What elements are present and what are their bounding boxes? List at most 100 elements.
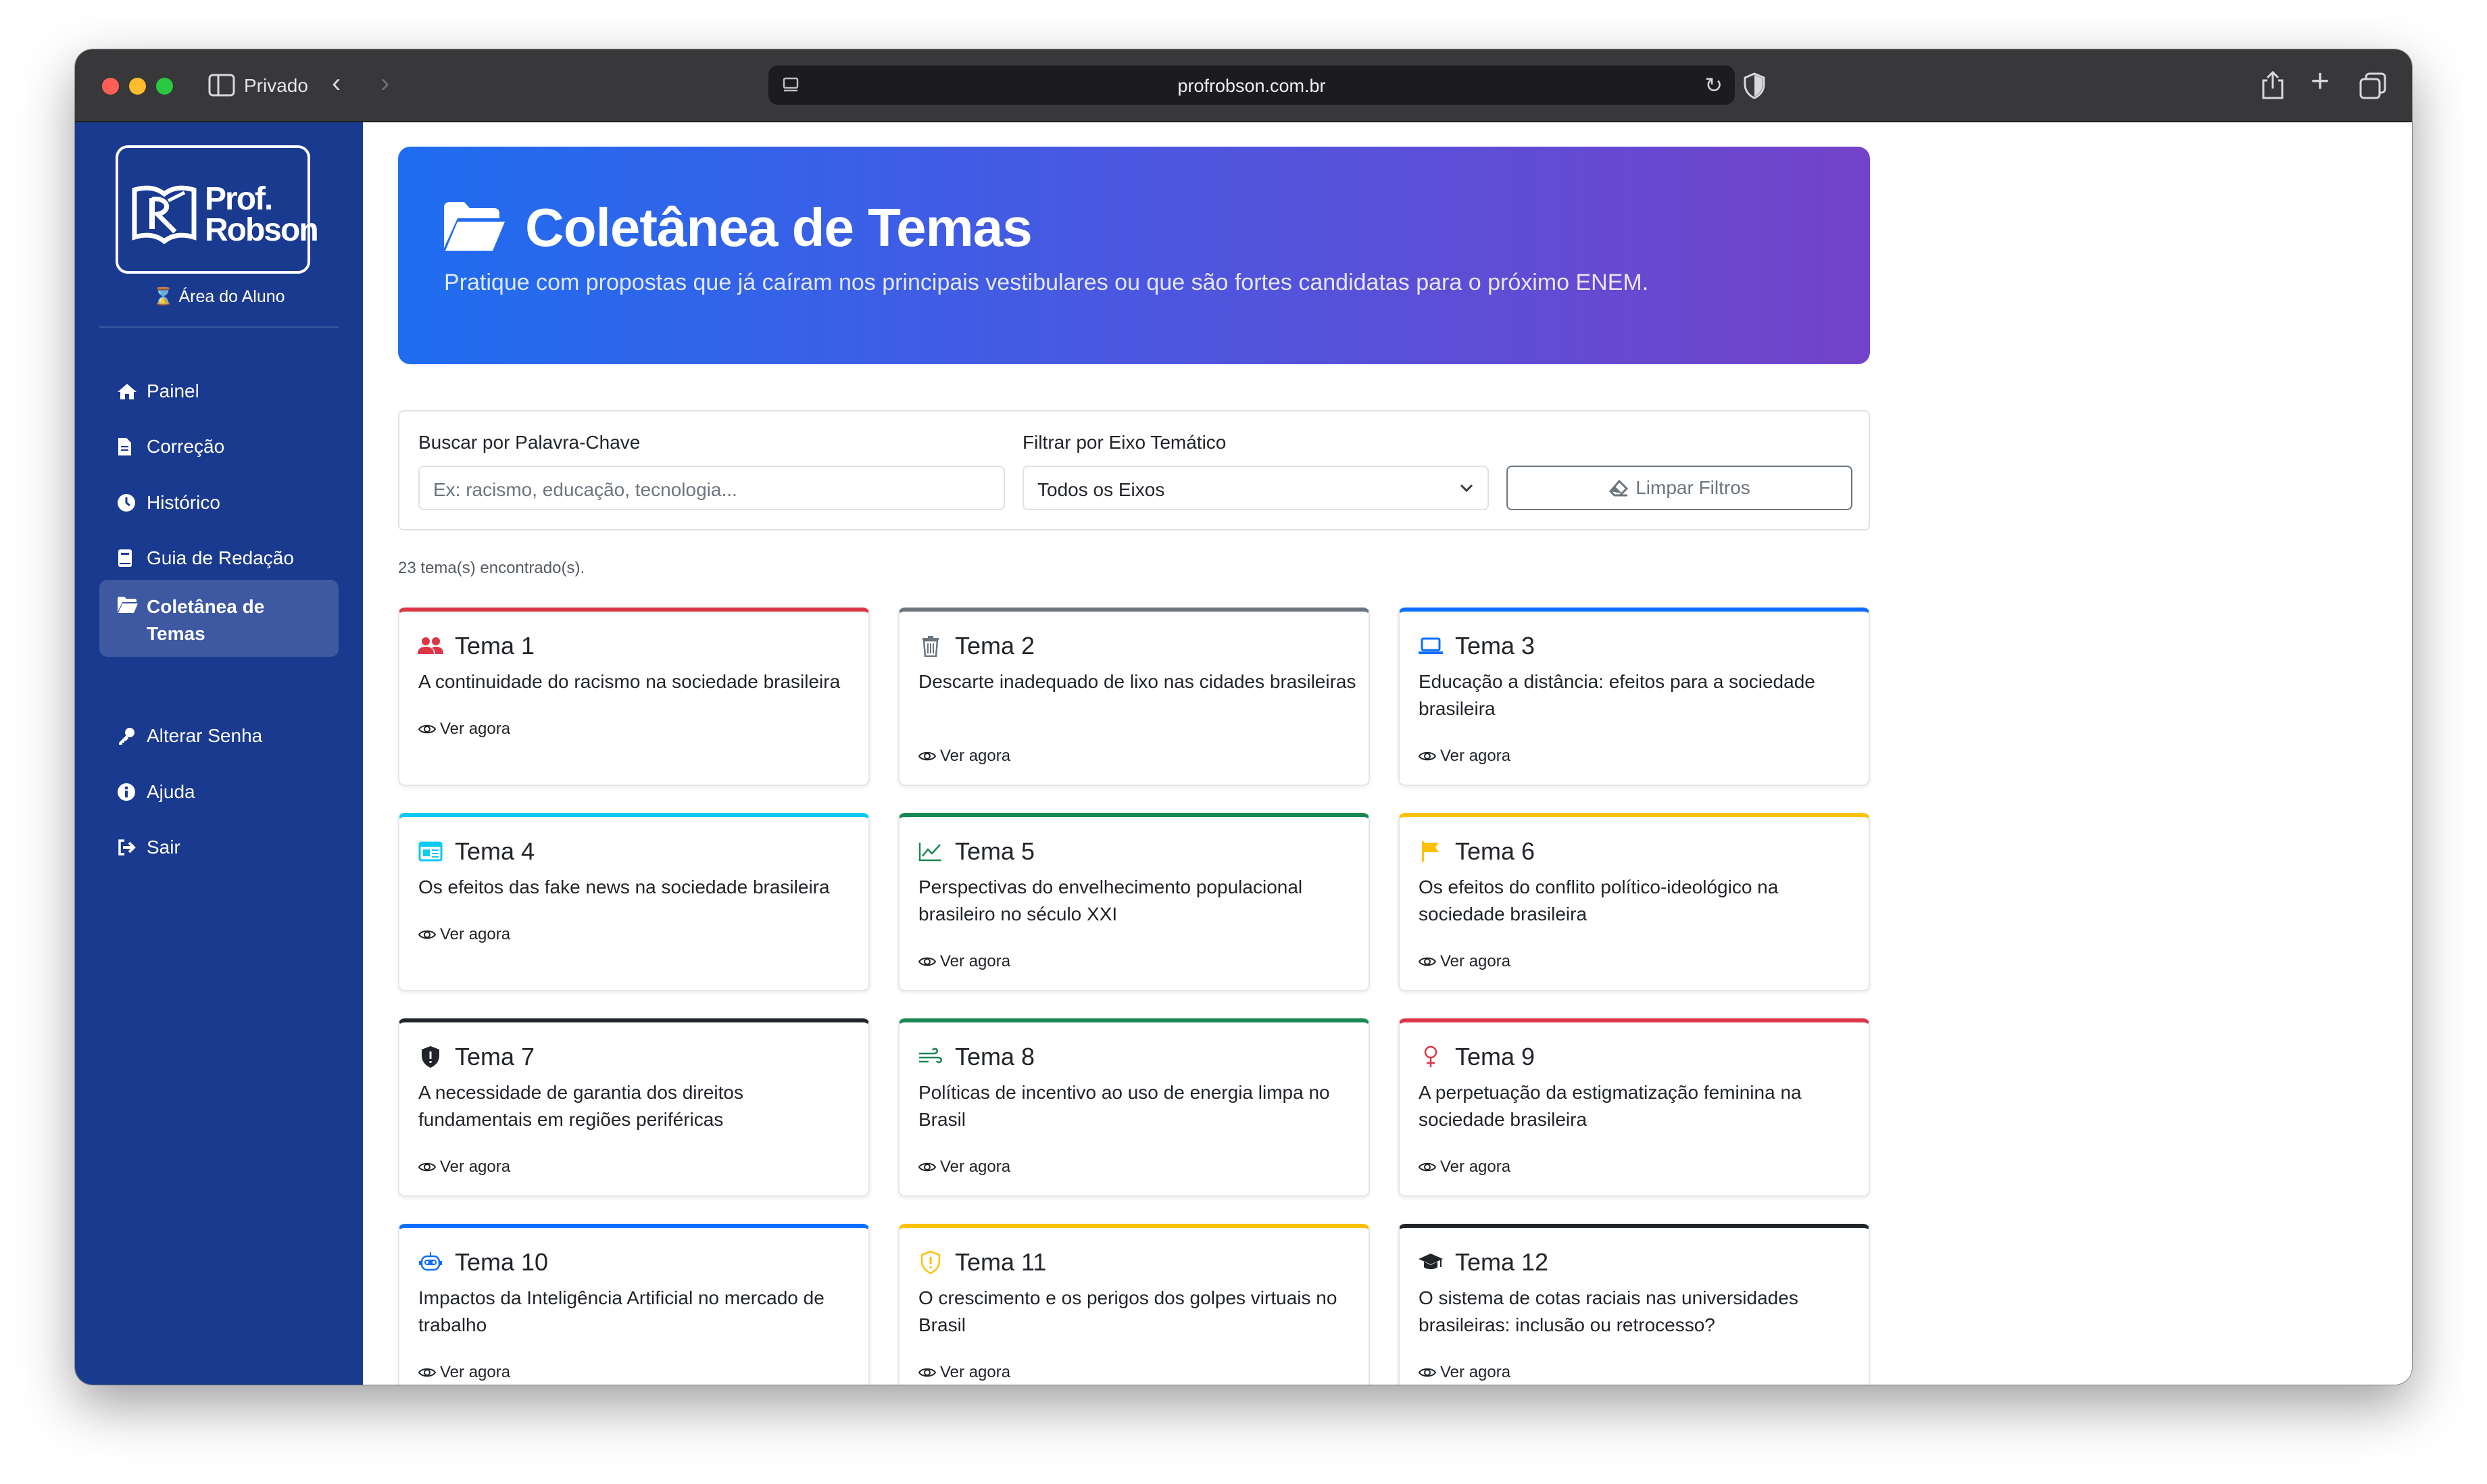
theme-card[interactable]: Tema 10 Impactos da Inteligência Artific…	[398, 1224, 870, 1385]
address-bar[interactable]: profrobson.com.br ↻	[768, 66, 1735, 105]
eraser-icon	[1609, 479, 1629, 497]
sidebar-item-correcao[interactable]: Correção	[99, 428, 339, 466]
card-description: Os efeitos do conflito político-ideológi…	[1419, 876, 1779, 924]
results-count: 23 tema(s) encontrado(s).	[398, 559, 585, 577]
search-input[interactable]: Ex: racismo, educação, tecnologia...	[418, 466, 1005, 510]
eye-icon	[918, 751, 936, 761]
theme-card[interactable]: Tema 1 A continuidade do racismo na soci…	[398, 608, 870, 786]
axis-filter-select[interactable]: Todos os Eixos	[1023, 466, 1489, 510]
book-icon	[117, 548, 140, 568]
share-icon[interactable]	[2259, 70, 2286, 101]
view-now-link[interactable]: Ver agora	[1419, 1363, 1510, 1382]
card-description: A perpetuação da estigmatização feminina…	[1419, 1082, 1802, 1130]
hourglass-icon: ⌛	[153, 287, 174, 306]
theme-card[interactable]: Tema 5 Perspectivas do envelhecimento po…	[898, 813, 1370, 991]
eye-icon	[1419, 751, 1436, 761]
card-title: Tema 3	[1455, 632, 1535, 660]
view-now-link[interactable]: Ver agora	[1419, 747, 1510, 766]
view-now-link[interactable]: Ver agora	[918, 952, 1010, 971]
eye-icon	[418, 1162, 436, 1172]
wind-icon	[917, 1045, 944, 1068]
card-description: Políticas de incentivo ao uso de energia…	[918, 1082, 1330, 1130]
view-now-link[interactable]: Ver agora	[418, 720, 510, 739]
shield-alert-icon	[917, 1251, 944, 1274]
zoom-window-button[interactable]	[156, 78, 173, 95]
card-description: Os efeitos das fake news na sociedade br…	[418, 876, 830, 897]
chart-line-icon	[917, 840, 944, 863]
eye-icon	[418, 724, 436, 734]
view-now-link[interactable]: Ver agora	[418, 925, 510, 944]
card-description: Descarte inadequado de lixo nas cidades …	[918, 671, 1356, 692]
filter-panel: Buscar por Palavra-Chave Ex: racismo, ed…	[398, 410, 1870, 530]
view-now-link[interactable]: Ver agora	[1419, 952, 1510, 971]
info-icon	[117, 782, 140, 802]
female-icon	[1417, 1045, 1444, 1068]
view-now-link[interactable]: Ver agora	[918, 1158, 1010, 1177]
private-label: Privado	[244, 75, 308, 96]
theme-card[interactable]: Tema 7 A necessidade de garantia dos dir…	[398, 1018, 870, 1197]
book-logo-icon	[132, 185, 197, 245]
view-now-link[interactable]: Ver agora	[1419, 1158, 1510, 1177]
reload-icon[interactable]: ↻	[1704, 72, 1723, 98]
theme-card[interactable]: Tema 8 Políticas de incentivo ao uso de …	[898, 1018, 1370, 1197]
card-title: Tema 4	[455, 837, 535, 865]
sidebar-item-ajuda[interactable]: Ajuda	[99, 773, 339, 811]
theme-card[interactable]: Tema 2 Descarte inadequado de lixo nas c…	[898, 608, 1370, 786]
card-description: Educação a distância: efeitos para a soc…	[1419, 671, 1815, 719]
logo-text-line2: Robson	[205, 212, 319, 248]
file-icon	[117, 437, 140, 457]
sidebar-divider	[99, 326, 339, 328]
flag-icon	[1417, 840, 1444, 863]
sidebar-item-coletanea-de-temas[interactable]: Coletânea de Temas	[99, 580, 339, 657]
view-now-link[interactable]: Ver agora	[918, 747, 1010, 766]
sidebar-item-painel[interactable]: Painel	[99, 372, 339, 410]
eye-icon	[418, 1368, 436, 1377]
card-description: A continuidade do racismo na sociedade b…	[418, 671, 841, 692]
trash-icon	[917, 635, 944, 658]
theme-card[interactable]: Tema 6 Os efeitos do conflito político-i…	[1398, 813, 1870, 991]
theme-card[interactable]: Tema 4 Os efeitos das fake news na socie…	[398, 813, 870, 991]
privacy-shield-icon[interactable]	[1743, 72, 1766, 99]
minimize-window-button[interactable]	[129, 78, 146, 95]
card-description: Perspectivas do envelhecimento populacio…	[918, 876, 1303, 924]
card-description: A necessidade de garantia dos direitos f…	[418, 1082, 743, 1130]
back-icon[interactable]: ‹	[332, 68, 341, 99]
view-now-link[interactable]: Ver agora	[918, 1363, 1010, 1382]
logo[interactable]: Prof. Robson	[116, 145, 319, 274]
key-icon	[117, 726, 140, 746]
sidebar-toggle-icon[interactable]	[208, 74, 235, 97]
view-now-link[interactable]: Ver agora	[418, 1363, 510, 1382]
forward-icon[interactable]: ›	[380, 68, 389, 99]
eye-icon	[418, 930, 436, 939]
sidebar-item-historico[interactable]: Histórico	[99, 484, 339, 522]
card-description: Impactos da Inteligência Artificial no m…	[418, 1287, 824, 1335]
view-now-link[interactable]: Ver agora	[418, 1158, 510, 1177]
theme-card[interactable]: Tema 9 A perpetuação da estigmatização f…	[1398, 1018, 1870, 1197]
chevron-down-icon	[1460, 484, 1473, 493]
eye-icon	[918, 1368, 936, 1377]
newspaper-icon	[417, 840, 444, 863]
sidebar-item-guia-de-redacao[interactable]: Guia de Redação	[99, 539, 339, 577]
sidebar-item-sair[interactable]: Sair	[99, 828, 339, 866]
card-title: Tema 2	[955, 632, 1035, 660]
student-area-label: ⌛ Área do Aluno	[153, 287, 285, 306]
clock-icon	[117, 493, 140, 513]
home-icon	[117, 381, 140, 401]
theme-card[interactable]: Tema 3 Educação a distância: efeitos par…	[1398, 608, 1870, 786]
logout-icon	[117, 837, 140, 858]
sidebar-item-alterar-senha[interactable]: Alterar Senha	[99, 717, 339, 755]
close-window-button[interactable]	[102, 78, 119, 95]
theme-card[interactable]: Tema 11 O crescimento e os perigos dos g…	[898, 1224, 1370, 1385]
card-description: O sistema de cotas raciais nas universid…	[1419, 1287, 1798, 1335]
laptop-icon	[1417, 635, 1444, 658]
tab-overview-icon[interactable]	[2359, 72, 2386, 99]
card-title: Tema 9	[1455, 1043, 1535, 1070]
new-tab-icon[interactable]: +	[2311, 66, 2330, 98]
eye-icon	[918, 957, 936, 966]
card-title: Tema 10	[455, 1248, 549, 1276]
page-title: Coletânea de Temas	[525, 197, 1033, 257]
theme-card[interactable]: Tema 12 O sistema de cotas raciais nas u…	[1398, 1224, 1870, 1385]
clear-filters-button[interactable]: Limpar Filtros	[1506, 466, 1852, 510]
folder-open-icon	[444, 202, 505, 251]
card-title: Tema 8	[955, 1043, 1035, 1070]
